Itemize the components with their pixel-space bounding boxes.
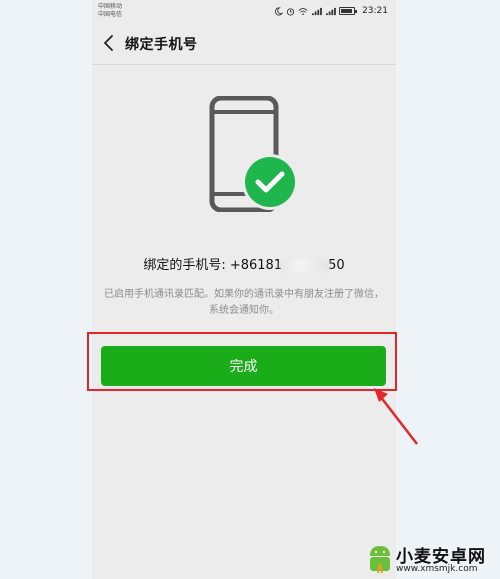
moon-icon	[275, 6, 284, 15]
nav-bar: 绑定手机号	[92, 22, 396, 64]
carrier-label-2: 中国电信	[98, 11, 123, 18]
phone-number-redaction	[280, 259, 331, 272]
bound-phone-number: 绑定的手机号: +86181 50	[92, 254, 396, 273]
status-icons: 23:21	[274, 4, 388, 18]
alarm-icon	[286, 7, 295, 16]
nav-divider	[92, 64, 396, 65]
phone-number-suffix: 50	[328, 258, 345, 273]
battery-icon	[339, 7, 358, 15]
pointer-arrow	[374, 388, 418, 445]
highlight-box	[87, 332, 397, 391]
carrier-label-1: 中国移动	[98, 3, 123, 10]
status-time: 23:21	[362, 6, 388, 16]
signal-icon-2	[326, 7, 336, 15]
watermark-url: www.xmsmjk.com	[396, 564, 478, 574]
signal-icon	[312, 7, 322, 15]
status-bar: 中国移动 中国电信 23:21	[92, 0, 396, 22]
chevron-left-icon[interactable]	[102, 34, 116, 52]
check-icon	[242, 154, 298, 210]
page-title: 绑定手机号	[125, 37, 198, 53]
phone-bound-illustration	[209, 96, 298, 212]
wifi-icon	[298, 7, 308, 15]
phone-screen: 中国移动 中国电信 23:21 绑定手机号 绑定的手机号: +86181 50 …	[92, 0, 396, 579]
phone-number-prefix: 绑定的手机号: +86181	[143, 258, 283, 273]
android-logo-icon	[370, 546, 390, 574]
contact-match-description: 已启用手机通讯录匹配。如果你的通讯录中有朋友注册了微信，系统会通知你。	[104, 289, 384, 316]
site-watermark: 小麦安卓网 www.xmsmjk.com	[364, 538, 500, 579]
